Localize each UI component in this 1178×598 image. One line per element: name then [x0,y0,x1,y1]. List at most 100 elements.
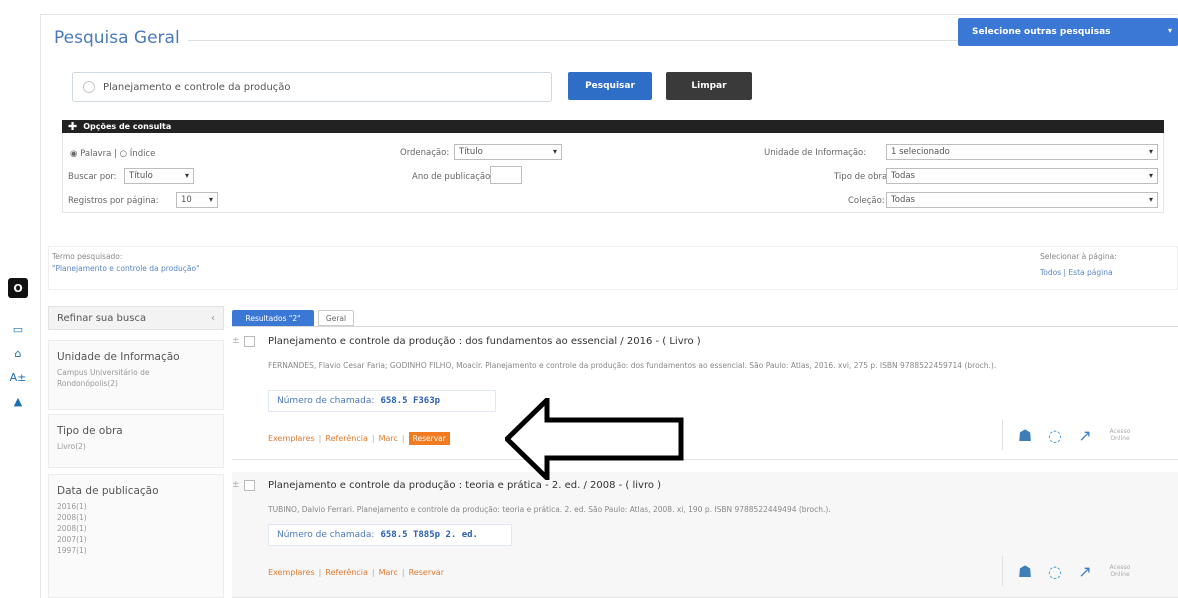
reference-link[interactable]: Referência [325,434,368,443]
chart-line-icon[interactable]: ↗ [1075,425,1095,445]
collection-select[interactable]: Todas ▾ [886,192,1158,208]
search-by-value: Título [129,171,153,181]
reserve-link[interactable]: Reservar [409,568,444,577]
search-options-label: Opções de consulta [83,122,172,131]
facet-title: Tipo de obra [57,425,123,437]
facet-value[interactable]: 2007(1) [57,534,215,545]
refine-header[interactable]: Refinar sua busca ‹ [48,306,224,330]
work-type-label: Tipo de obra: [834,172,891,182]
tab-results[interactable]: Resultados "2" [232,310,314,326]
copies-link[interactable]: Exemplares [268,434,315,443]
facet-value[interactable]: Campus Universitário de [57,367,215,378]
order-select[interactable]: Título ▾ [454,144,562,160]
up-arrow-icon[interactable]: ▲ [8,392,28,410]
home-icon[interactable]: ⌂ [8,344,28,362]
accessibility-button[interactable]: O [8,278,28,298]
year-input[interactable] [490,166,522,184]
search-by-select[interactable]: Título ▾ [124,168,194,184]
reference-link[interactable]: Referência [325,568,368,577]
call-number-label: Número de chamada: [277,396,375,406]
tabs-divider [232,326,1178,327]
font-size-icon[interactable]: A± [8,368,28,386]
record-icons: ☗ ◌ ↗ Acesso Online [1002,556,1178,586]
library-user-icon[interactable]: ☗ [1015,561,1035,581]
chart-line-icon[interactable]: ↗ [1075,561,1095,581]
comment-icon[interactable]: ◌ [1045,425,1065,445]
page-title: Pesquisa Geral [54,28,180,48]
record-actions: Exemplares | Referência | Marc | Reservar [268,432,450,445]
radio-index-icon[interactable]: ○ [120,149,127,159]
tab-general[interactable]: Geral [318,310,354,326]
results-tabs: Resultados "2" Geral [232,310,354,326]
search-by-label: Buscar por: [68,172,117,182]
unit-select[interactable]: 1 selecionado ▾ [886,144,1158,160]
online-access-label[interactable]: Acesso Online [1105,564,1135,578]
chevron-down-icon: ▾ [1148,195,1153,204]
search-input[interactable]: Planejamento e controle da produção [72,72,552,102]
facet-work-type[interactable]: Tipo de obra Livro(2) [48,414,224,468]
chevron-down-icon: ▾ [1148,147,1153,156]
select-links: Todos | Esta página [1040,268,1113,277]
radio-words-label: Palavra [80,149,112,159]
search-button[interactable]: Pesquisar [568,72,652,100]
library-user-icon[interactable]: ☗ [1015,425,1035,445]
select-page-label: Selecionar à página: [1040,252,1117,261]
call-number-box: Número de chamada: 658.5 T885p 2. ed. [268,524,512,546]
searched-term-box [48,246,1178,290]
facet-value[interactable]: 2008(1) [57,523,215,534]
reserve-button[interactable]: Reservar [408,432,450,445]
per-page-select[interactable]: 10 ▾ [176,192,218,208]
work-type-select[interactable]: Todas ▾ [886,168,1158,184]
searched-term-label: Termo pesquisado: [52,252,123,261]
call-number-value: 658.5 T885p 2. ed. [380,530,478,540]
chevron-down-icon: ▾ [208,195,213,204]
expand-icon[interactable]: ± [232,336,240,346]
marc-link[interactable]: Marc [379,568,398,577]
radio-words-icon[interactable]: ◉ [70,149,77,159]
facet-value[interactable]: Rondonópolis(2) [57,378,215,389]
pointer-arrow-icon [505,398,684,480]
refine-label: Refinar sua busca [57,312,147,324]
comment-icon[interactable]: ◌ [1045,561,1065,581]
searched-term-value: "Planejamento e controle da produção" [52,264,200,273]
facet-title: Unidade de Informação [57,351,180,363]
record-icons: ☗ ◌ ↗ Acesso Online [1002,420,1178,450]
facet-value[interactable]: 2016(1) [57,501,215,512]
call-number-value: 658.5 F363p [380,396,441,406]
online-access-label[interactable]: Acesso Online [1105,428,1135,442]
chevron-left-icon: ‹ [211,312,215,324]
record-checkbox[interactable] [244,480,255,491]
result-record: ± Planejamento e controle da produção : … [232,330,1178,460]
year-label: Ano de publicação: [412,172,494,182]
record-reference: FERNANDES, Flavio Cesar Faria; GODINHO F… [268,361,997,370]
facet-publication-date[interactable]: Data de publicação 2016(1) 2008(1) 2008(… [48,474,224,598]
radio-index-label: Índice [129,149,156,159]
chevron-down-icon: ▾ [184,171,189,180]
record-reference: TUBINO, Dalvio Ferrari. Planejamento e c… [268,505,831,514]
chevron-down-icon: ▾ [1148,171,1153,180]
collection-value: Todas [891,195,915,205]
select-other-searches-button[interactable]: Selecione outras pesquisas ▾ [958,18,1178,46]
record-actions: Exemplares | Referência | Marc | Reservar [268,568,445,577]
search-mode-radios[interactable]: ◉ Palavra | ○ Índice [70,149,155,159]
facet-title: Data de publicação [57,485,159,497]
facet-value[interactable]: 1997(1) [57,545,215,556]
facet-value[interactable]: 2008(1) [57,512,215,523]
record-checkbox[interactable] [244,336,255,347]
expand-icon[interactable]: ± [232,480,240,490]
marc-link[interactable]: Marc [379,434,398,443]
title-divider [188,40,958,41]
plus-icon: ✚ [68,120,78,133]
call-number-label: Número de chamada: [277,530,375,540]
per-page-value: 10 [181,195,192,205]
search-options-bar[interactable]: ✚ Opções de consulta [62,120,1164,133]
clear-button[interactable]: Limpar [666,72,752,100]
record-title[interactable]: Planejamento e controle da produção : do… [268,336,701,347]
select-all-link[interactable]: Todos [1040,268,1061,277]
facet-value[interactable]: Livro(2) [57,441,215,452]
monitor-icon[interactable]: ▭ [8,320,28,338]
copies-link[interactable]: Exemplares [268,568,315,577]
facet-unit[interactable]: Unidade de Informação Campus Universitár… [48,340,224,410]
record-title[interactable]: Planejamento e controle da produção : te… [268,480,661,491]
select-page-link[interactable]: Esta página [1068,268,1112,277]
